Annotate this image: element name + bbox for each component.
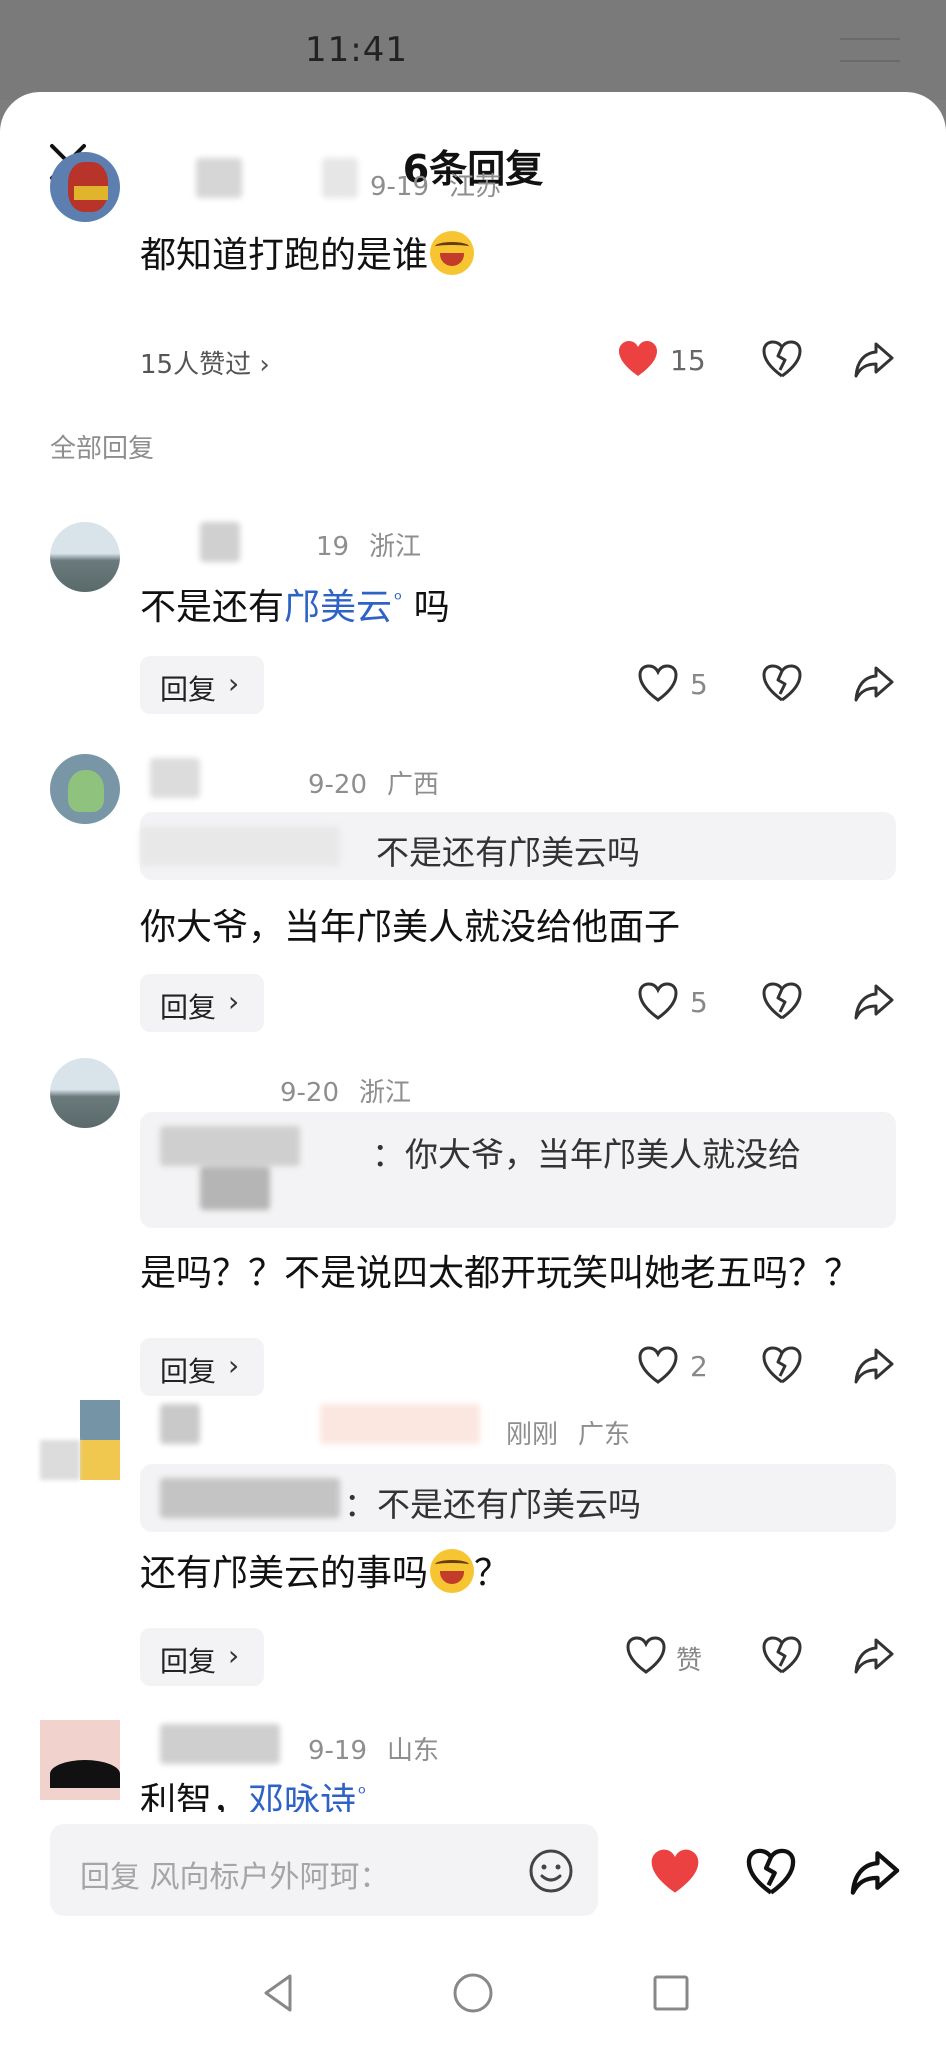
- username-blurred: [160, 1126, 300, 1166]
- search-icon: ᵒ: [358, 1781, 367, 1805]
- emoji-picker-icon[interactable]: [528, 1848, 574, 1894]
- dislike-heart-icon[interactable]: [760, 1344, 804, 1388]
- avatar[interactable]: [40, 1720, 120, 1800]
- like-label: 赞: [676, 1646, 703, 1676]
- quoted-reply: 不是还有邝美云吗: [140, 812, 896, 880]
- avatar[interactable]: [50, 1058, 120, 1128]
- heart-outline-icon[interactable]: [624, 1634, 668, 1678]
- share-icon[interactable]: [852, 1344, 896, 1388]
- reply-button[interactable]: 回复 ›: [140, 1338, 264, 1396]
- avatar[interactable]: [50, 522, 120, 592]
- share-icon[interactable]: [852, 980, 896, 1024]
- username-blurred: [140, 826, 340, 866]
- chevron-right-icon: ›: [228, 1639, 240, 1672]
- comment-date: 9-19: [370, 172, 430, 202]
- heart-outline-icon[interactable]: [636, 662, 680, 706]
- reply-button[interactable]: 回复 ›: [140, 1628, 264, 1686]
- username-blurred: [200, 1166, 270, 1210]
- system-nav-bar: [0, 1942, 946, 2048]
- comment-text: 不是还有邝美云 ᵒ 吗: [140, 587, 450, 628]
- chevron-right-icon: ›: [228, 985, 240, 1018]
- search-link[interactable]: 邝美云 ᵒ: [284, 587, 402, 628]
- comment-meta: 9-19 山东: [308, 1736, 440, 1766]
- dislike-heart-icon[interactable]: [760, 662, 804, 706]
- dislike-heart-icon[interactable]: [760, 338, 804, 382]
- like-count: 5: [690, 668, 708, 701]
- comment-text: 你大爷，当年邝美人就没给他面子: [140, 907, 681, 948]
- username-blurred: [320, 1404, 480, 1444]
- reply-input-placeholder: 回复 风向标户外阿珂：: [80, 1860, 390, 1895]
- like-count: 15: [670, 344, 706, 377]
- laughing-emoji-icon: [430, 231, 475, 275]
- heart-outline-icon[interactable]: [636, 980, 680, 1024]
- avatar[interactable]: [50, 754, 120, 824]
- avatar[interactable]: [40, 1400, 120, 1480]
- comment-meta: 9-20 广西: [308, 770, 440, 800]
- likes-summary-link[interactable]: 15人赞过 ›: [140, 344, 270, 381]
- share-icon[interactable]: [848, 1846, 902, 1900]
- reply-input[interactable]: 回复 风向标户外阿珂：: [50, 1824, 598, 1916]
- username-blurred: [160, 1724, 280, 1764]
- recent-apps-icon[interactable]: [648, 1970, 694, 2016]
- quoted-reply: ：不是还有邝美云吗: [140, 1464, 896, 1532]
- username-blurred: [322, 158, 358, 198]
- back-icon[interactable]: [256, 1970, 302, 2016]
- chevron-right-icon: ›: [228, 667, 240, 700]
- share-icon[interactable]: [852, 1634, 896, 1678]
- like-count: 5: [690, 986, 708, 1019]
- comment-meta: 9-20 浙江: [280, 1078, 412, 1108]
- username-blurred: [196, 158, 242, 198]
- quoted-reply: ：你大爷，当年邝美人就没给: [140, 1112, 896, 1228]
- comment-meta: 9-19 江苏: [370, 166, 501, 203]
- dislike-heart-icon[interactable]: [760, 980, 804, 1024]
- avatar[interactable]: [50, 152, 120, 222]
- heart-outline-icon[interactable]: [636, 1344, 680, 1388]
- status-indicator: [840, 38, 900, 62]
- share-icon[interactable]: [852, 338, 896, 382]
- reply-button[interactable]: 回复 ›: [140, 974, 264, 1032]
- home-icon[interactable]: [450, 1970, 496, 2016]
- like-count: 2: [690, 1350, 708, 1383]
- share-icon[interactable]: [852, 662, 896, 706]
- heart-filled-icon[interactable]: [616, 338, 660, 382]
- status-bar: 11:41: [0, 0, 946, 100]
- comment-meta: 19 浙江: [316, 532, 422, 562]
- replies-sheet: 6条回复 9-19 江苏 都知道打跑的是谁 15人赞过 › 15 全部回复 19 浙…: [0, 92, 946, 2048]
- username-blurred: [160, 1478, 340, 1518]
- status-time: 11:41: [305, 30, 408, 70]
- comment-text: 还有邝美云的事吗？: [140, 1544, 510, 1596]
- dislike-heart-icon[interactable]: [744, 1846, 798, 1900]
- reply-button[interactable]: 回复 ›: [140, 656, 264, 714]
- comment-text: 是吗？？不是说四太都开玩笑叫她老五吗？？: [140, 1253, 861, 1294]
- section-label-all-replies: 全部回复: [50, 434, 155, 464]
- username-blurred: [160, 1404, 200, 1444]
- comment-meta: 刚刚 广东: [506, 1420, 631, 1450]
- username-blurred: [200, 522, 240, 562]
- comment-text: 都知道打跑的是谁: [140, 226, 475, 278]
- laughing-emoji-icon: [430, 1549, 475, 1593]
- dislike-heart-icon[interactable]: [760, 1634, 804, 1678]
- heart-filled-icon[interactable]: [648, 1846, 702, 1900]
- comment-region: 江苏: [449, 172, 502, 202]
- chevron-right-icon: ›: [228, 1349, 240, 1382]
- username-blurred: [150, 758, 200, 798]
